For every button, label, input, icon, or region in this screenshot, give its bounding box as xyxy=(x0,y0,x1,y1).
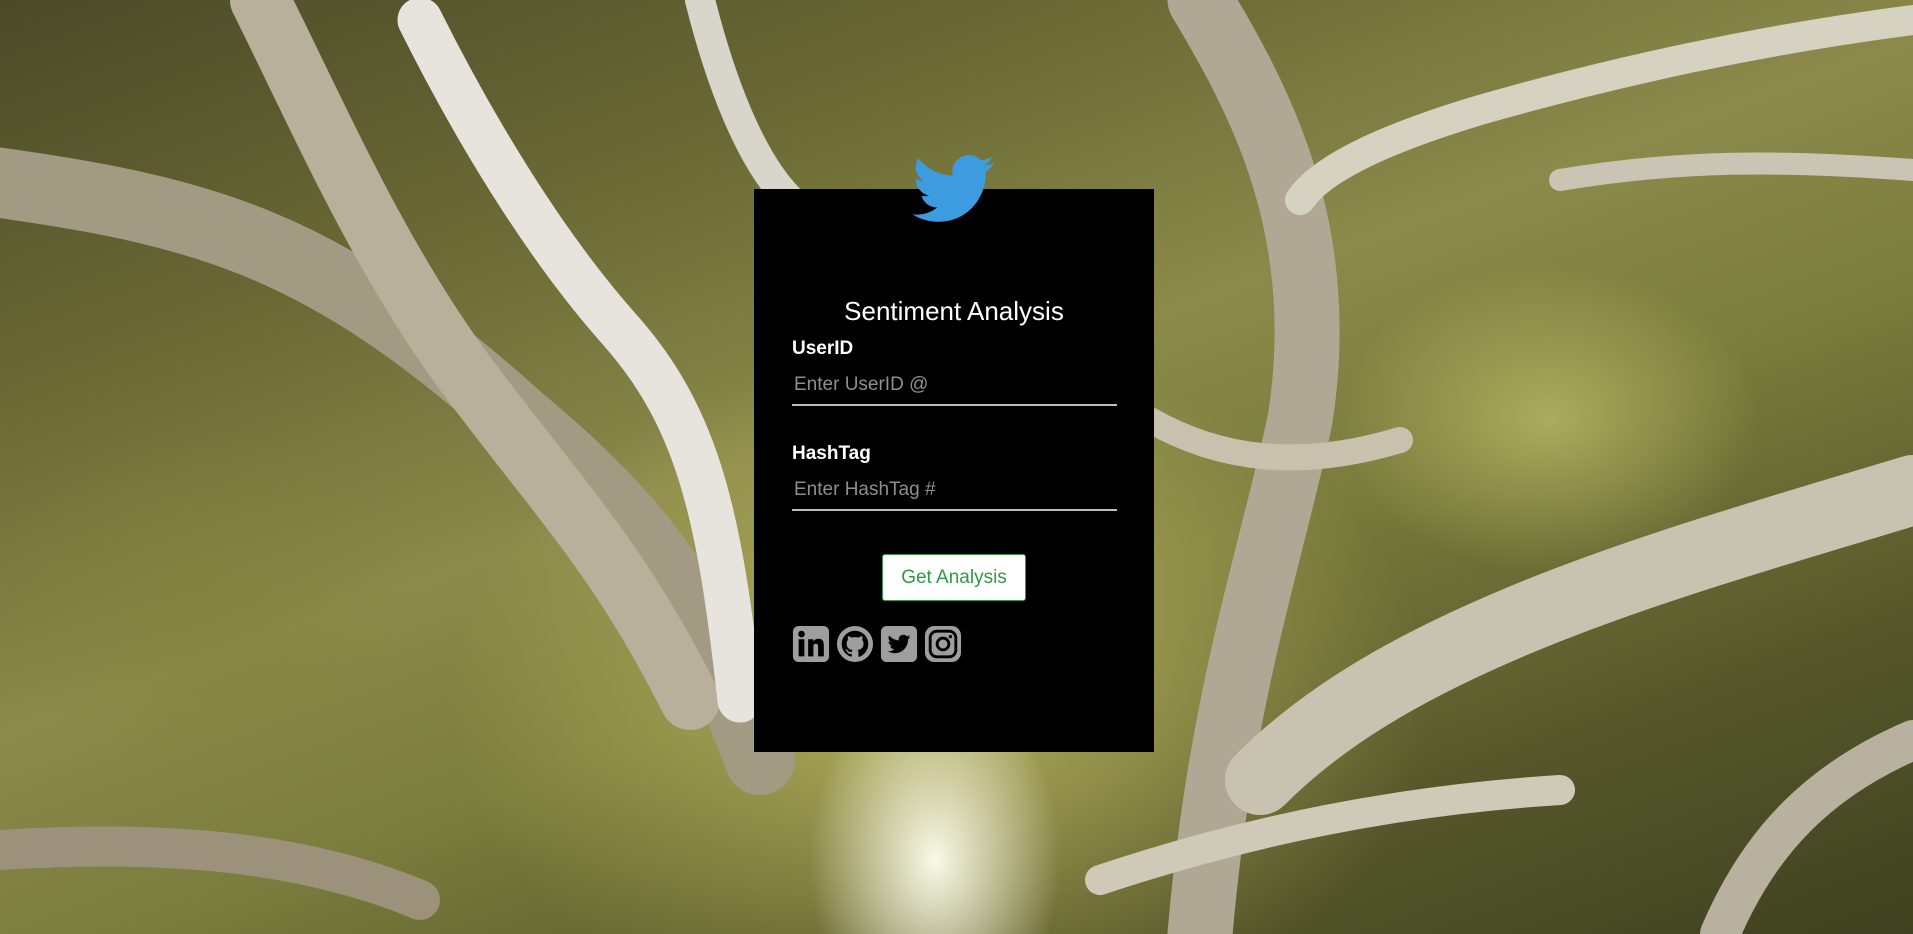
github-icon[interactable] xyxy=(836,625,874,663)
linkedin-icon[interactable] xyxy=(792,625,830,663)
userid-label: UserID xyxy=(792,338,854,359)
userid-input[interactable] xyxy=(792,366,1117,406)
get-analysis-button[interactable]: Get Analysis xyxy=(882,554,1026,601)
login-card: Sentiment Analysis UserID HashTag Get An… xyxy=(754,189,1154,752)
instagram-icon[interactable] xyxy=(924,625,962,663)
twitter-bird-icon xyxy=(912,155,994,222)
twitter-icon[interactable] xyxy=(880,625,918,663)
hashtag-input[interactable] xyxy=(792,471,1117,511)
page-title: Sentiment Analysis xyxy=(844,296,1064,327)
social-links xyxy=(792,625,962,663)
hashtag-label: HashTag xyxy=(792,443,871,464)
